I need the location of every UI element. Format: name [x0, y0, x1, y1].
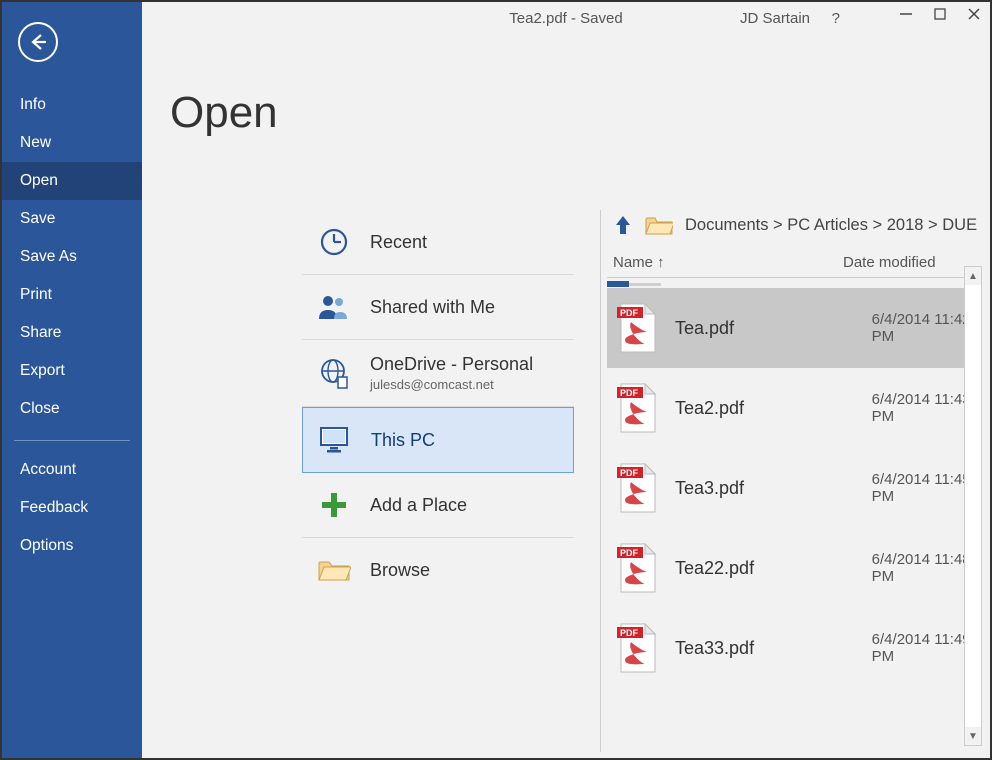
folder-icon	[645, 214, 673, 236]
main-area: Open Recent Shared with Me On	[142, 38, 990, 758]
app-window: Tea2.pdf - Saved JD Sartain ? Info New O…	[0, 0, 992, 760]
nav-new[interactable]: New	[2, 124, 142, 162]
place-recent[interactable]: Recent	[302, 210, 574, 275]
restore-button[interactable]	[932, 6, 948, 22]
place-label: Shared with Me	[370, 297, 495, 318]
svg-text:PDF: PDF	[620, 468, 639, 478]
nav-info[interactable]: Info	[2, 86, 142, 124]
globe-icon	[316, 355, 352, 391]
nav-list: Info New Open Save Save As Print Share E…	[2, 86, 142, 565]
place-shared[interactable]: Shared with Me	[302, 275, 574, 340]
pdf-icon: PDF	[615, 622, 659, 674]
places-list: Recent Shared with Me OneDrive - Persona…	[302, 210, 574, 602]
nav-account[interactable]: Account	[2, 451, 142, 489]
pdf-icon: PDF	[615, 302, 659, 354]
col-name-label: Name	[613, 254, 653, 271]
scroll-up-icon[interactable]: ▲	[965, 267, 981, 285]
close-button[interactable]	[966, 6, 982, 22]
place-this-pc[interactable]: This PC	[302, 407, 574, 473]
place-onedrive[interactable]: OneDrive - Personal julesds@comcast.net	[302, 340, 574, 407]
minimize-button[interactable]	[898, 6, 914, 22]
nav-close[interactable]: Close	[2, 390, 142, 428]
sort-asc-icon: ↑	[657, 254, 665, 271]
file-name: Tea.pdf	[659, 318, 872, 339]
user-name[interactable]: JD Sartain	[740, 10, 810, 27]
title-bar: Tea2.pdf - Saved JD Sartain ?	[142, 2, 990, 34]
document-title: Tea2.pdf - Saved	[142, 10, 990, 27]
up-arrow-icon[interactable]	[613, 214, 633, 236]
place-label: Add a Place	[370, 495, 467, 516]
people-icon	[316, 289, 352, 325]
place-label: This PC	[371, 430, 435, 451]
file-row[interactable]: PDF Tea3.pdf 6/4/2014 11:45 PM	[607, 448, 982, 528]
plus-icon	[316, 487, 352, 523]
col-name-header[interactable]: Name ↑	[613, 254, 843, 271]
breadcrumb-row: Documents > PC Articles > 2018 > DUE 7-2…	[607, 210, 982, 248]
page-title: Open	[170, 88, 278, 138]
place-sublabel: julesds@comcast.net	[370, 377, 533, 392]
place-label: Recent	[370, 232, 427, 253]
nav-share[interactable]: Share	[2, 314, 142, 352]
scroll-track[interactable]	[965, 285, 981, 727]
file-row[interactable]: PDF Tea.pdf 6/4/2014 11:42 PM	[607, 288, 982, 368]
svg-text:PDF: PDF	[620, 308, 639, 318]
backstage-sidebar: Info New Open Save Save As Print Share E…	[2, 2, 142, 758]
breadcrumb[interactable]: Documents > PC Articles > 2018 > DUE 7-2…	[685, 216, 982, 235]
scrollbar[interactable]: ▲ ▼	[964, 266, 982, 746]
svg-text:PDF: PDF	[620, 388, 639, 398]
scroll-down-icon[interactable]: ▼	[965, 727, 981, 745]
pdf-icon: PDF	[615, 542, 659, 594]
nav-options[interactable]: Options	[2, 527, 142, 565]
nav-export[interactable]: Export	[2, 352, 142, 390]
nav-open[interactable]: Open	[2, 162, 142, 200]
pdf-icon: PDF	[615, 382, 659, 434]
file-list: PDF Tea.pdf 6/4/2014 11:42 PM PDF Tea2.p…	[607, 288, 982, 688]
file-row[interactable]: PDF Tea33.pdf 6/4/2014 11:49 PM	[607, 608, 982, 688]
file-name: Tea33.pdf	[659, 638, 872, 659]
place-label: OneDrive - Personal	[370, 354, 533, 375]
nav-save-as[interactable]: Save As	[2, 238, 142, 276]
back-button[interactable]	[18, 22, 58, 62]
file-name: Tea2.pdf	[659, 398, 872, 419]
col-date-header[interactable]: Date modified	[843, 254, 976, 271]
nav-feedback[interactable]: Feedback	[2, 489, 142, 527]
nav-print[interactable]: Print	[2, 276, 142, 314]
svg-text:PDF: PDF	[620, 628, 639, 638]
nav-save[interactable]: Save	[2, 200, 142, 238]
place-add[interactable]: Add a Place	[302, 473, 574, 538]
help-button[interactable]: ?	[832, 10, 840, 27]
file-row[interactable]: PDF Tea2.pdf 6/4/2014 11:43 PM	[607, 368, 982, 448]
pin-indicator	[607, 280, 982, 288]
nav-separator	[14, 440, 130, 441]
monitor-icon	[317, 422, 353, 458]
place-browse[interactable]: Browse	[302, 538, 574, 602]
column-headers: Name ↑ Date modified	[607, 248, 982, 278]
svg-text:PDF: PDF	[620, 548, 639, 558]
pdf-icon: PDF	[615, 462, 659, 514]
clock-icon	[316, 224, 352, 260]
folder-icon	[316, 552, 352, 588]
file-name: Tea3.pdf	[659, 478, 872, 499]
place-label: Browse	[370, 560, 430, 581]
file-name: Tea22.pdf	[659, 558, 872, 579]
file-row[interactable]: PDF Tea22.pdf 6/4/2014 11:48 PM	[607, 528, 982, 608]
file-pane: Documents > PC Articles > 2018 > DUE 7-2…	[600, 210, 982, 752]
